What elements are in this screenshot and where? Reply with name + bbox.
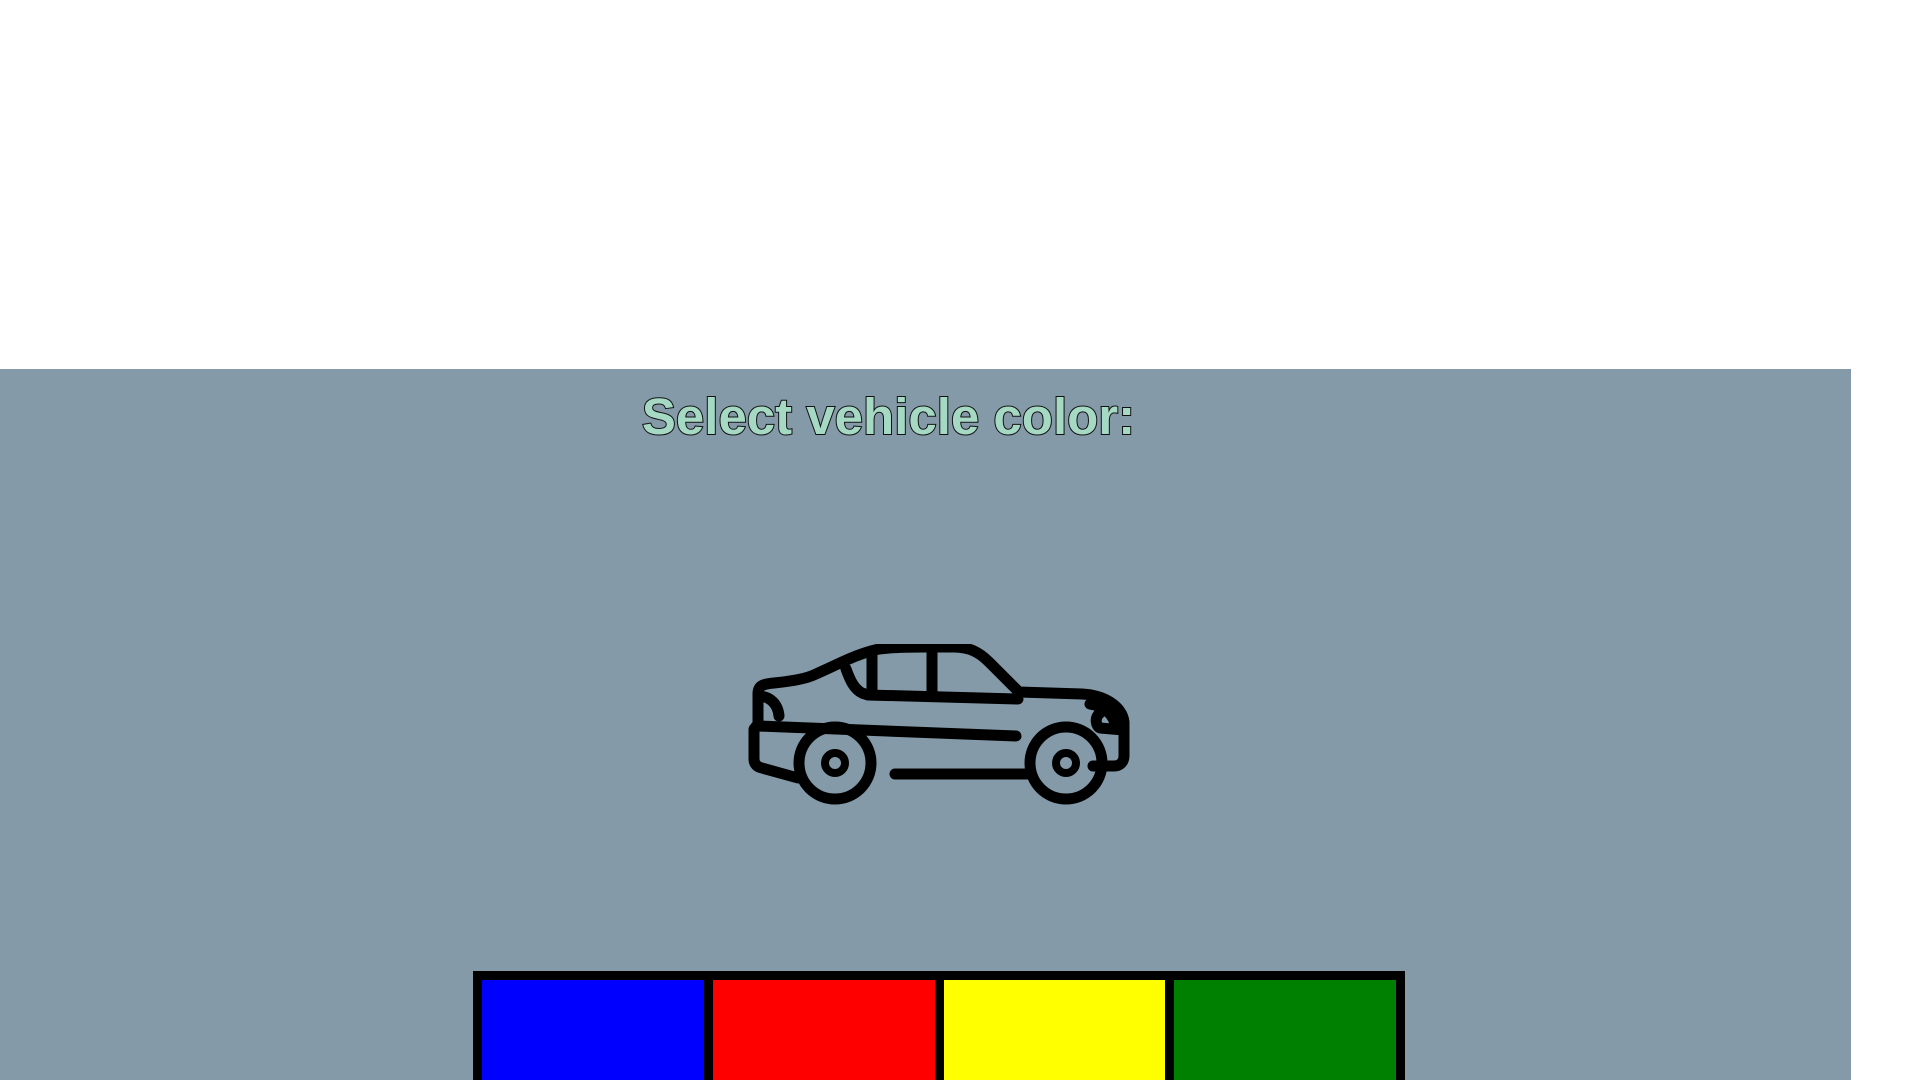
color-selection-panel: Select vehicle color: — [0, 369, 1851, 1080]
page-title: Select vehicle color: — [641, 388, 1136, 445]
swatch-blue[interactable] — [482, 980, 704, 1080]
swatch-green[interactable] — [1174, 980, 1396, 1080]
car-icon — [748, 644, 1130, 805]
swatch-yellow[interactable] — [943, 980, 1166, 1080]
swatch-red[interactable] — [712, 980, 935, 1080]
color-swatch-row — [473, 971, 1405, 1080]
